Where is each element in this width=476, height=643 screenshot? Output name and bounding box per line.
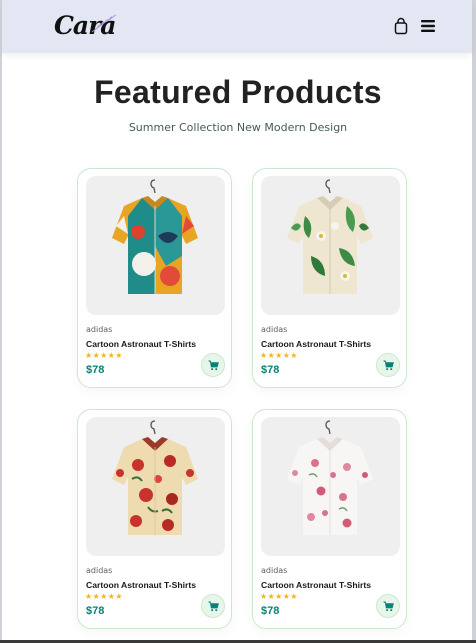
product-image[interactable] <box>261 417 400 556</box>
product-brand: adidas <box>261 325 288 334</box>
product-name[interactable]: Cartoon Astronaut T-Shirts <box>261 339 371 349</box>
hamburger-menu-icon[interactable] <box>421 20 435 32</box>
product-price: $78 <box>86 605 105 617</box>
section-title: Featured Products <box>94 74 382 110</box>
add-to-cart-button[interactable] <box>376 594 400 618</box>
product-price: $78 <box>86 364 105 376</box>
product-brand: adidas <box>86 566 113 575</box>
add-to-cart-button[interactable] <box>376 353 400 377</box>
white-pink-floral-shirt-image <box>287 420 373 535</box>
product-name[interactable]: Cartoon Astronaut T-Shirts <box>261 580 371 590</box>
star-rating: ★★★★★ <box>260 592 298 601</box>
product-name[interactable]: Cartoon Astronaut T-Shirts <box>86 580 196 590</box>
cart-icon <box>383 601 394 612</box>
cart-icon <box>208 360 219 371</box>
product-card[interactable]: adidas Cartoon Astronaut T-Shirts ★★★★★ … <box>252 168 407 388</box>
shopping-bag-icon[interactable] <box>394 17 408 35</box>
product-brand: adidas <box>86 325 113 334</box>
cream-red-floral-shirt-image <box>112 420 198 535</box>
add-to-cart-button[interactable] <box>201 594 225 618</box>
product-card[interactable]: adidas Cartoon Astronaut T-Shirts ★★★★★ … <box>252 409 407 629</box>
product-brand: adidas <box>261 566 288 575</box>
star-rating: ★★★★★ <box>85 351 123 360</box>
star-rating: ★★★★★ <box>85 592 123 601</box>
product-image[interactable] <box>86 417 225 556</box>
product-price: $78 <box>261 605 280 617</box>
product-card[interactable]: adidas Cartoon Astronaut T-Shirts ★★★★★ … <box>77 168 232 388</box>
cream-palm-leaf-shirt-image <box>287 179 373 294</box>
product-image[interactable] <box>86 176 225 315</box>
cart-icon <box>208 601 219 612</box>
product-price: $78 <box>261 364 280 376</box>
cart-icon <box>383 360 394 371</box>
product-card[interactable]: adidas Cartoon Astronaut T-Shirts ★★★★★ … <box>77 409 232 629</box>
star-rating: ★★★★★ <box>260 351 298 360</box>
lavender-sprig-icon <box>91 14 117 33</box>
teal-yellow-abstract-shirt-image <box>112 179 198 294</box>
product-image[interactable] <box>261 176 400 315</box>
add-to-cart-button[interactable] <box>201 353 225 377</box>
product-name[interactable]: Cartoon Astronaut T-Shirts <box>86 339 196 349</box>
section-subtitle: Summer Collection New Modern Design <box>128 121 348 134</box>
site-header: Cara <box>2 0 472 53</box>
